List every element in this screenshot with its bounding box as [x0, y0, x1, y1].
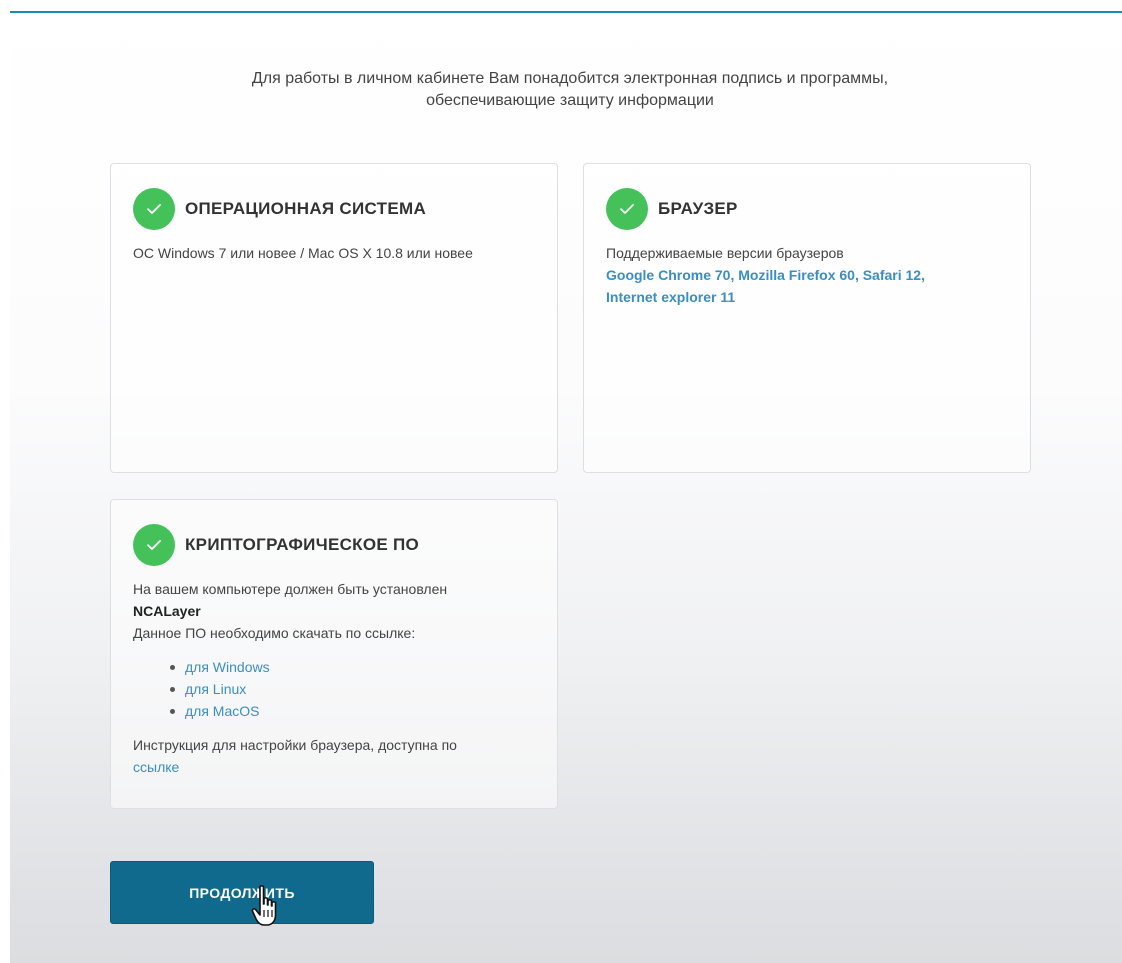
- crypto-requirement-text: На вашем компьютере должен быть установл…: [133, 581, 448, 597]
- instructions-link[interactable]: ссылке: [133, 759, 179, 775]
- left-edge-strip: [0, 13, 10, 963]
- download-windows-link[interactable]: для Windows: [185, 659, 270, 675]
- download-macos-link[interactable]: для MacOS: [185, 703, 259, 719]
- crypto-card-header: КРИПТОГРАФИЧЕСКОЕ ПО: [133, 524, 419, 566]
- software-name: NCALayer: [133, 603, 201, 619]
- os-card-header: ОПЕРАЦИОННАЯ СИСТЕМА: [133, 188, 426, 230]
- browser-card-title: БРАУЗЕР: [658, 199, 738, 218]
- header-accent-line: [10, 11, 1122, 13]
- supported-browsers-line-2: Internet explorer 11: [606, 289, 736, 305]
- check-icon: [133, 188, 175, 230]
- list-item: для Linux: [170, 678, 533, 700]
- browser-card-header: БРАУЗЕР: [606, 188, 738, 230]
- top-bar: [0, 0, 1122, 10]
- check-icon: [606, 188, 648, 230]
- continue-button[interactable]: ПРОДОЛЖИТЬ: [110, 861, 374, 924]
- os-card-title: ОПЕРАЦИОННАЯ СИСТЕМА: [185, 199, 427, 218]
- hand-cursor-icon: [251, 885, 277, 926]
- list-item: для Windows: [170, 656, 533, 678]
- crypto-software-card: КРИПТОГРАФИЧЕСКОЕ ПО На вашем компьютере…: [110, 499, 558, 809]
- download-text: Данное ПО необходимо скачать по ссылке:: [133, 625, 416, 641]
- list-item: для MacOS: [170, 700, 533, 722]
- os-requirement-text: ОС Windows 7 или новее / Mac OS X 10.8 и…: [133, 245, 473, 261]
- browser-requirement-card: БРАУЗЕР Поддерживаемые версии браузеров …: [583, 163, 1031, 473]
- instructions-text: Инструкция для настройки браузера, досту…: [133, 737, 457, 753]
- crypto-card-body: На вашем компьютере должен быть установл…: [133, 578, 533, 778]
- check-icon: [133, 524, 175, 566]
- os-requirement-card: ОПЕРАЦИОННАЯ СИСТЕМА ОС Windows 7 или но…: [110, 163, 558, 473]
- download-links-list: для Windows для Linux для MacOS: [133, 656, 533, 722]
- browser-requirement-text: Поддерживаемые версии браузеров: [606, 245, 844, 261]
- browser-card-body: Поддерживаемые версии браузеров Google C…: [606, 242, 1006, 308]
- download-linux-link[interactable]: для Linux: [185, 681, 246, 697]
- crypto-card-title: КРИПТОГРАФИЧЕСКОЕ ПО: [185, 535, 420, 554]
- supported-browsers-line-1: Google Chrome 70, Mozilla Firefox 60, Sa…: [606, 267, 925, 283]
- intro-line-2: обеспечивающие защиту информации: [426, 92, 714, 109]
- intro-line-1: Для работы в личном кабинете Вам понадоб…: [251, 70, 889, 87]
- os-card-body: ОС Windows 7 или новее / Mac OS X 10.8 и…: [133, 242, 533, 264]
- intro-text: Для работы в личном кабинете Вам понадоб…: [110, 68, 1030, 112]
